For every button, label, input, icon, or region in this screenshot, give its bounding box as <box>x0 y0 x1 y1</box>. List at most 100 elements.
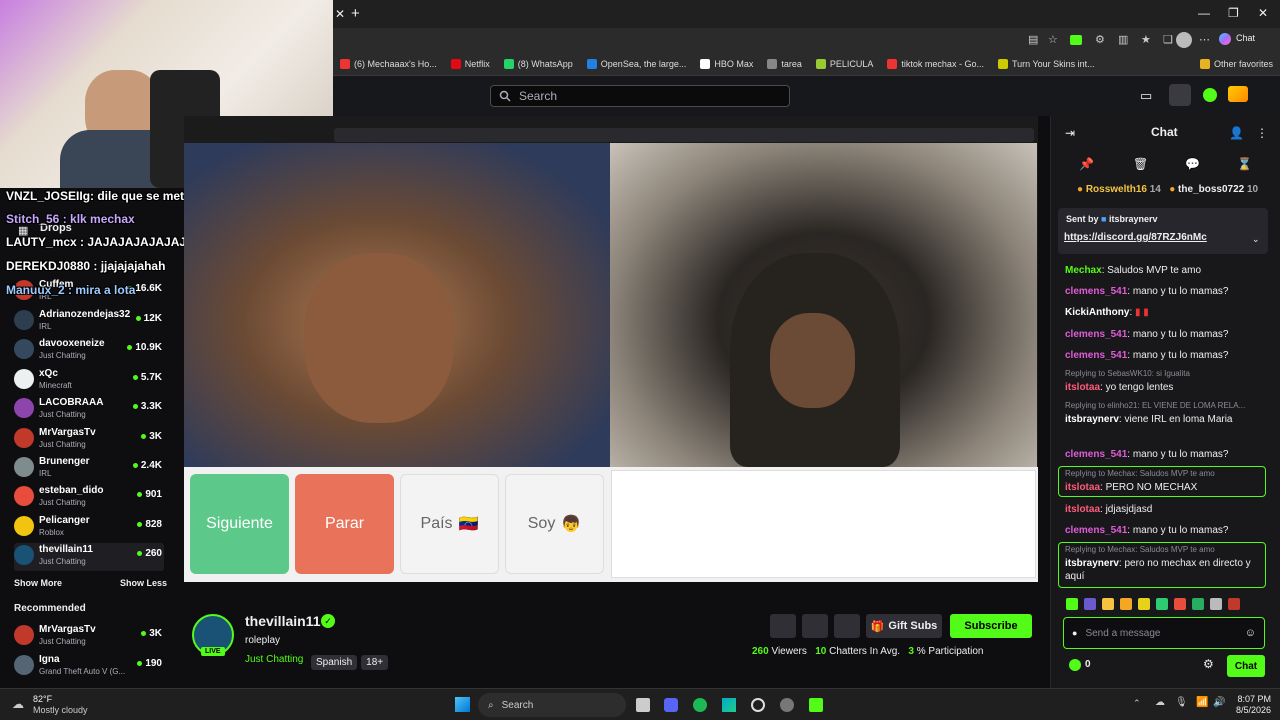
bookmark-2[interactable]: (8) WhatsApp <box>497 58 580 69</box>
sidebar-channel-active[interactable]: thevillain11 Just Chatting 260 <box>14 543 164 571</box>
tag-language[interactable]: Spanish <box>311 655 358 670</box>
gift-subs-button[interactable]: 🎁 Gift Subs <box>866 614 942 638</box>
extensions-icon[interactable]: ⚙ <box>1095 33 1105 46</box>
theater-mode-icon[interactable]: ▭ <box>1140 88 1152 104</box>
recommended-channel[interactable]: MrVargasTv Just Chatting 3K <box>14 623 164 651</box>
recommended-channel[interactable]: Igna Grand Theft Auto V (G... 190 <box>14 653 164 681</box>
show-less-button[interactable]: Show Less <box>120 578 167 588</box>
extension-kick-icon[interactable] <box>1070 35 1082 45</box>
emote-icon[interactable] <box>1102 598 1114 610</box>
bookmark-1[interactable]: Netflix <box>444 58 497 69</box>
spotify-icon[interactable] <box>693 698 707 712</box>
copilot-icon[interactable] <box>1219 33 1231 45</box>
trash-icon[interactable]: 🗑 <box>1133 157 1148 171</box>
close-tab-icon[interactable]: ✕ <box>333 7 347 21</box>
emote-icon[interactable] <box>1156 598 1168 610</box>
collections-icon[interactable]: ❏ <box>1163 33 1173 46</box>
wifi-icon[interactable]: 📶 <box>1196 697 1208 708</box>
stream-category[interactable]: Just Chatting <box>245 654 303 665</box>
favorite-star-icon[interactable]: ☆ <box>1048 33 1058 46</box>
sidebar-channel[interactable]: Pelicanger Roblox 828 <box>14 514 164 542</box>
favorites-icon[interactable]: ★ <box>1141 33 1151 46</box>
emote-icon[interactable] <box>1084 598 1096 610</box>
pinned-link[interactable]: https://discord.gg/87RZJ6nMc <box>1064 232 1207 243</box>
collapse-chat-icon[interactable]: ⇥ <box>1065 126 1075 140</box>
channel-name[interactable]: thevillain11 <box>245 613 320 629</box>
emote-icon[interactable] <box>1174 598 1186 610</box>
windows-start-icon[interactable] <box>455 697 470 712</box>
pinned-message[interactable]: Sent by ■ itsbraynerv https://discord.gg… <box>1058 208 1268 254</box>
emote-icon[interactable] <box>1066 598 1078 610</box>
bookmark-0[interactable]: (6) Mechaaax's Ho... <box>333 58 444 69</box>
more-icon[interactable]: ⋯ <box>1199 33 1210 46</box>
close-window-icon[interactable]: ✕ <box>1258 6 1268 20</box>
tag-mature[interactable]: 18+ <box>361 655 389 670</box>
microphone-icon[interactable]: 🎙 <box>1175 697 1188 708</box>
new-tab-button[interactable]: + <box>351 5 360 22</box>
task-view-icon[interactable] <box>636 698 650 712</box>
parar-button[interactable]: Parar <box>295 474 394 574</box>
send-chat-button[interactable]: Chat <box>1227 655 1265 677</box>
sidebar-channel[interactable]: MrVargasTv Just Chatting 3K <box>14 426 164 454</box>
minimize-icon[interactable]: — <box>1198 6 1210 20</box>
sidebar-channel[interactable]: Adrianozendejas32 IRL 12K <box>14 308 164 336</box>
hourglass-icon[interactable]: ⌛ <box>1237 157 1252 171</box>
user-avatar[interactable] <box>1228 86 1248 102</box>
pais-button[interactable]: País 🇻🇪 <box>400 474 499 574</box>
emote-icon[interactable] <box>1138 598 1150 610</box>
bookmark-5[interactable]: tarea <box>760 58 809 69</box>
siguiente-button[interactable]: Siguiente <box>190 474 289 574</box>
taskbar-search[interactable]: ⌕ Search <box>478 693 626 717</box>
emote-icon[interactable] <box>1210 598 1222 610</box>
kick-app-icon[interactable] <box>809 698 823 712</box>
emote-icon[interactable] <box>1228 598 1240 610</box>
bookmark-6[interactable]: PELICULA <box>809 58 881 69</box>
edge-icon[interactable] <box>722 698 736 712</box>
emoji-icon[interactable]: ☺ <box>1245 627 1256 639</box>
taskbar-date[interactable]: 8/5/2026 <box>1232 705 1271 715</box>
sidebar-channel[interactable]: Brunenger IRL 2.4K <box>14 455 164 483</box>
search-input[interactable]: Search <box>490 85 790 107</box>
sidebar-channel[interactable]: esteban_dido Just Chatting 901 <box>14 484 164 512</box>
app-icon[interactable] <box>780 698 794 712</box>
bookmark-7[interactable]: tiktok mechax - Go... <box>880 58 991 69</box>
split-screen-icon[interactable]: ▥ <box>1118 33 1128 46</box>
maximize-icon[interactable]: ❐ <box>1228 6 1239 20</box>
kick-logo-icon[interactable] <box>1203 88 1217 102</box>
obs-icon[interactable] <box>751 698 765 712</box>
layout-icon[interactable] <box>1169 84 1191 106</box>
soy-button[interactable]: Soy 👦 <box>505 474 604 574</box>
more-vertical-icon[interactable]: ⋮ <box>1256 126 1268 140</box>
pin-icon[interactable]: 📌 <box>1079 157 1094 171</box>
user-settings-icon[interactable]: 👤 <box>1229 126 1244 140</box>
chevron-down-icon[interactable]: ⌄ <box>1252 234 1260 245</box>
emote-icon[interactable] <box>1192 598 1204 610</box>
heart-icon[interactable] <box>834 614 860 638</box>
emote-icon[interactable] <box>1120 598 1132 610</box>
bookmark-3[interactable]: OpenSea, the large... <box>580 58 694 69</box>
subscribe-button[interactable]: Subscribe <box>950 614 1032 638</box>
sidebar-channel[interactable]: davooxeneize Just Chatting 10.9K <box>14 337 164 365</box>
show-more-button[interactable]: Show More <box>14 578 62 588</box>
profile-avatar[interactable] <box>1176 32 1192 48</box>
bookmark-4[interactable]: HBO Max <box>693 58 760 69</box>
taskbar-clock[interactable]: 8:07 PM <box>1237 694 1271 704</box>
clip-icon[interactable] <box>770 614 796 638</box>
weather-status[interactable]: Mostly cloudy <box>33 705 88 715</box>
discord-icon[interactable] <box>664 698 678 712</box>
weather-temp[interactable]: 82°F <box>33 694 52 704</box>
volume-icon[interactable]: 🔊 <box>1213 697 1225 708</box>
chat-settings-icon[interactable]: ⚙ <box>1203 657 1214 671</box>
copilot-chat-label[interactable]: Chat <box>1236 33 1255 43</box>
sidebar-channel[interactable]: xQc Minecraft 5.7K <box>14 367 164 395</box>
reader-icon[interactable]: ▤ <box>1028 33 1038 46</box>
kick-points-icon[interactable] <box>1069 659 1081 671</box>
tray-chevron-icon[interactable]: ⌃ <box>1133 698 1141 709</box>
cloud-icon[interactable]: ☁ <box>1155 697 1165 708</box>
chat-bubble-icon[interactable]: 💬 <box>1185 157 1200 171</box>
sidebar-channel[interactable]: LACOBRAAA Just Chatting 3.3K <box>14 396 164 424</box>
bookmark-8[interactable]: Turn Your Skins int... <box>991 58 1102 69</box>
bell-icon[interactable] <box>802 614 828 638</box>
other-favorites[interactable]: Other favorites <box>1193 58 1280 69</box>
chat-input[interactable]: ● Send a message ☺ <box>1063 617 1265 649</box>
